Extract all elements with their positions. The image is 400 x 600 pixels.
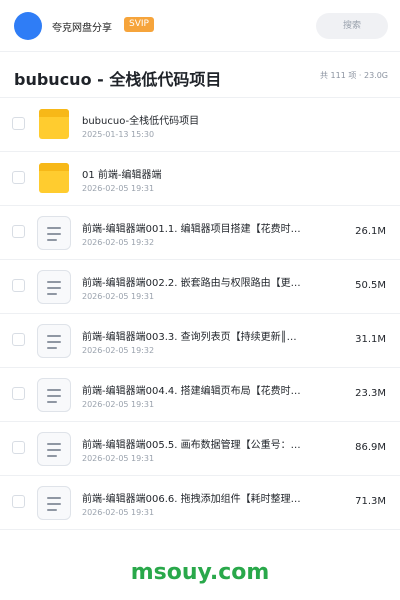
select-checkbox[interactable] — [12, 225, 25, 238]
share-brand: 夸克网盘分享 — [52, 23, 112, 34]
top-bar: 夸克网盘分享 SVIP 搜索 — [0, 0, 400, 52]
select-checkbox[interactable] — [12, 495, 25, 508]
item-date: 2026-02-05 19:31 — [82, 508, 155, 517]
svip-badge: SVIP — [124, 17, 154, 32]
item-date: 2026-02-05 19:31 — [82, 400, 155, 409]
item-date: 2026-02-05 19:31 — [82, 292, 155, 301]
item-date: 2026-02-05 19:32 — [82, 238, 155, 247]
document-icon — [37, 486, 71, 520]
item-size: 31.1M — [355, 334, 386, 345]
document-icon — [37, 378, 71, 412]
item-name[interactable]: 前端-编辑器端004.4. 搭建编辑页布局【花费时… — [82, 382, 322, 397]
item-size: 71.3M — [355, 496, 386, 507]
item-name[interactable]: 前端-编辑器端006.6. 拖拽添加组件【耗时整理… — [82, 490, 322, 505]
file-row[interactable]: 前端-编辑器端003.3. 查询列表页【持续更新║… 2026-02-05 19:… — [0, 314, 400, 368]
item-date: 2026-02-05 19:31 — [82, 184, 155, 193]
item-name[interactable]: 前端-编辑器端005.5. 画布数据管理【公重号：… — [82, 436, 322, 451]
select-checkbox[interactable] — [12, 279, 25, 292]
file-row[interactable]: 前端-编辑器端005.5. 画布数据管理【公重号：… 2026-02-05 19:… — [0, 422, 400, 476]
watermark: msouy.com — [130, 560, 270, 585]
select-checkbox[interactable] — [12, 441, 25, 454]
folder-summary: 共 111 项 · 23.0G — [320, 71, 388, 80]
file-row[interactable]: 前端-编辑器端004.4. 搭建编辑页布局【花费时… 2026-02-05 19:… — [0, 368, 400, 422]
select-checkbox[interactable] — [12, 117, 25, 130]
item-name[interactable]: 01 前端-编辑器端 — [82, 166, 322, 181]
select-checkbox[interactable] — [12, 333, 25, 346]
document-icon — [37, 270, 71, 304]
item-date: 2025-01-13 15:30 — [82, 130, 155, 139]
item-name[interactable]: 前端-编辑器端003.3. 查询列表页【持续更新║… — [82, 328, 322, 343]
file-list: bubucuo-全栈低代码项目 2025-01-13 15:30 01 前端-编辑器… — [0, 98, 400, 530]
item-size: 26.1M — [355, 226, 386, 237]
document-icon — [37, 324, 71, 358]
select-checkbox[interactable] — [12, 171, 25, 184]
item-size: 86.9M — [355, 442, 386, 453]
share-page: 夸克网盘分享 SVIP 搜索 bubucuo - 全栈低代码项目 共 111 项… — [0, 0, 400, 600]
item-name[interactable]: 前端-编辑器端001.1. 编辑器项目搭建【花费时… — [82, 220, 322, 235]
file-row[interactable]: 前端-编辑器端002.2. 嵌套路由与权限路由【更… 2026-02-05 19:… — [0, 260, 400, 314]
page-title: bubucuo - 全栈低代码项目 — [14, 70, 222, 89]
item-size: 23.3M — [355, 388, 386, 399]
document-icon — [37, 432, 71, 466]
folder-icon — [39, 109, 69, 139]
folder-icon — [39, 163, 69, 193]
search-input[interactable]: 搜索 — [316, 13, 388, 39]
avatar[interactable] — [14, 12, 42, 40]
folder-header: bubucuo - 全栈低代码项目 共 111 项 · 23.0G — [0, 52, 400, 98]
file-row[interactable]: 前端-编辑器端006.6. 拖拽添加组件【耗时整理… 2026-02-05 19:… — [0, 476, 400, 530]
item-name[interactable]: bubucuo-全栈低代码项目 — [82, 112, 322, 127]
select-checkbox[interactable] — [12, 387, 25, 400]
item-date: 2026-02-05 19:32 — [82, 346, 155, 355]
folder-row[interactable]: bubucuo-全栈低代码项目 2025-01-13 15:30 — [0, 98, 400, 152]
item-name[interactable]: 前端-编辑器端002.2. 嵌套路由与权限路由【更… — [82, 274, 322, 289]
file-row[interactable]: 前端-编辑器端001.1. 编辑器项目搭建【花费时… 2026-02-05 19:… — [0, 206, 400, 260]
folder-row[interactable]: 01 前端-编辑器端 2026-02-05 19:31 — [0, 152, 400, 206]
item-size: 50.5M — [355, 280, 386, 291]
document-icon — [37, 216, 71, 250]
item-date: 2026-02-05 19:31 — [82, 454, 155, 463]
